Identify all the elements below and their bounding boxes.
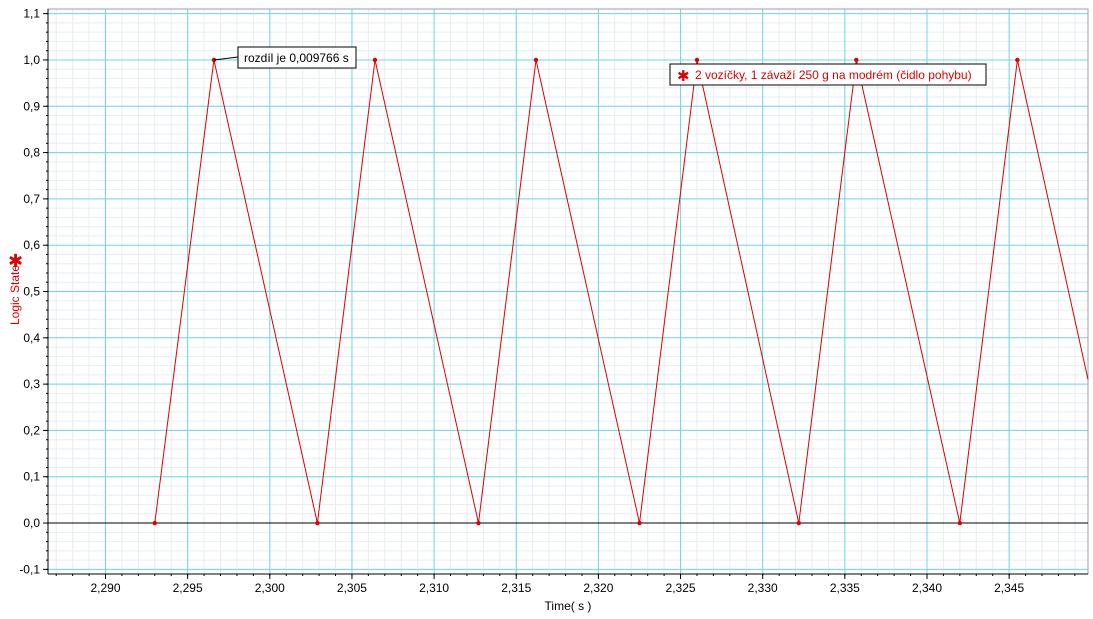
legend-marker-icon: ✱ (677, 67, 690, 85)
x-axis-title: Time( s ) (545, 599, 592, 613)
data-point (1015, 57, 1020, 63)
x-tick-label: 2,335 (830, 581, 860, 595)
x-tick-label: 2,290 (90, 581, 120, 595)
x-tick-label: 2,305 (337, 581, 367, 595)
x-tick-label: 2,325 (666, 581, 696, 595)
x-tick-label: 2,300 (255, 581, 285, 595)
x-tick-label: 2,310 (419, 581, 449, 595)
legend-label: 2 vozíčky, 1 závaží 250 g na modrém (čid… (695, 68, 972, 82)
data-point (152, 520, 157, 526)
y-axis-title: Logic State (8, 265, 22, 325)
y-tick-label: -0,1 (19, 562, 40, 576)
y-axis-title-group: Logic State (8, 265, 22, 325)
x-tick-label: 2,295 (173, 581, 203, 595)
y-tick-label: 1,0 (23, 53, 40, 67)
y-tick-label: 0,8 (23, 146, 40, 160)
x-tick-label: 2,330 (748, 581, 778, 595)
y-tick-label: 0,2 (23, 423, 40, 437)
data-point (637, 520, 642, 526)
data-point (854, 57, 859, 63)
y-axis-series-marker-icon: ✱ (8, 251, 23, 272)
x-tick-label: 2,320 (583, 581, 613, 595)
x-tick-label: 2,345 (994, 581, 1024, 595)
y-tick-label: 0,0 (23, 516, 40, 530)
data-point (315, 520, 320, 526)
y-tick-label: 0,6 (23, 238, 40, 252)
legend[interactable]: ✱ 2 vozíčky, 1 závaží 250 g na modrém (č… (669, 63, 987, 86)
data-point (796, 520, 802, 526)
y-tick-labels: -0,1 0,0 0,1 0,2 0,3 0,4 0,5 0,6 0,7 0,8 0,9 1,0 1,1 (19, 7, 40, 577)
difference-annotation[interactable]: rozdíl je 0,009766 s (213, 46, 357, 69)
x-tick-label: 2,340 (912, 581, 942, 595)
x-tick-labels: 2,290 2,295 2,300 2,305 2,310 2,315 2,320 2,325… (90, 581, 1024, 595)
annotation-text: rozdíl je 0,009766 s (244, 51, 349, 65)
data-point (533, 57, 539, 63)
logic-state-chart: 2,290 2,295 2,300 2,305 2,310 2,315 2,320 2,325… (8, 7, 1089, 613)
y-tick-label: 1,1 (23, 7, 40, 21)
y-tick-label: 0,9 (23, 99, 40, 113)
data-point (957, 520, 963, 526)
data-point (372, 57, 378, 63)
y-tick-label: 0,4 (23, 331, 40, 345)
y-tick-label: 0,7 (23, 192, 40, 206)
y-tick-label: 0,5 (23, 285, 40, 299)
y-tick-label: 0,3 (23, 377, 40, 391)
data-point (694, 57, 700, 63)
y-tick-label: 0,1 (23, 470, 40, 484)
data-point (476, 520, 481, 526)
x-tick-label: 2,315 (501, 581, 531, 595)
